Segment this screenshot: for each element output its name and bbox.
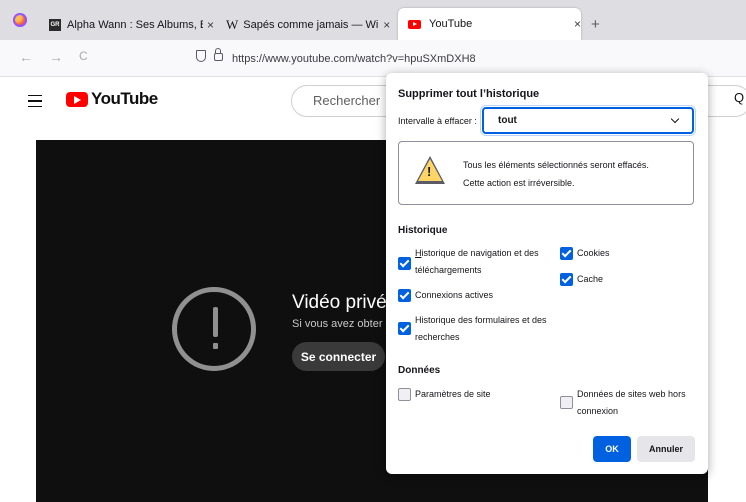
tab-youtube[interactable]: YouTube × xyxy=(398,8,581,40)
tab-wikipedia[interactable]: W Sapés comme jamais — Wikipé × xyxy=(226,11,395,38)
reload-button[interactable]: C xyxy=(79,49,88,63)
private-video-subtitle: Si vous avez obter xyxy=(292,318,383,330)
checkbox-form-history[interactable] xyxy=(398,322,411,335)
youtube-logo-text[interactable]: YouTube xyxy=(91,89,158,109)
checkbox-active-logins[interactable] xyxy=(398,289,411,302)
youtube-icon xyxy=(408,19,421,29)
lock-icon[interactable] xyxy=(214,48,223,61)
checkbox-browsing-history[interactable] xyxy=(398,257,411,270)
cancel-button[interactable]: Annuler xyxy=(637,436,695,462)
forward-button[interactable]: → xyxy=(49,49,63,65)
checkbox-cookies[interactable] xyxy=(560,247,573,260)
genius-gr-icon: GR xyxy=(49,18,61,31)
time-range-value: tout xyxy=(498,115,517,126)
label-offline-website-data[interactable]: Données de sites web hors connexion xyxy=(577,386,686,420)
tracking-shield-icon[interactable] xyxy=(196,50,206,62)
checkbox-site-settings[interactable] xyxy=(398,388,411,401)
clear-history-dialog: Supprimer tout l’historique Intervalle à… xyxy=(386,73,708,474)
warning-line-1: Tous les éléments sélectionnés seront ef… xyxy=(463,160,649,170)
label-cookies[interactable]: Cookies xyxy=(577,245,610,262)
dialog-title: Supprimer tout l’historique xyxy=(398,88,540,100)
menu-icon[interactable] xyxy=(28,95,42,107)
wikipedia-w-icon: W xyxy=(226,16,239,32)
new-tab-button[interactable]: + xyxy=(591,16,600,33)
back-button[interactable]: ← xyxy=(19,49,33,65)
time-range-select[interactable]: tout xyxy=(480,105,696,136)
tab-title: Sapés comme jamais — Wikipé xyxy=(243,18,379,31)
history-heading: Historique xyxy=(398,225,448,236)
label-active-logins[interactable]: Connexions actives xyxy=(415,287,493,304)
tab-title: YouTube xyxy=(429,18,473,30)
label-form-history[interactable]: Historique des formulaires et des recherc… xyxy=(415,312,547,346)
tab-close-icon[interactable]: × xyxy=(383,18,390,32)
search-placeholder: Rechercher xyxy=(313,93,381,108)
firefox-logo-icon[interactable] xyxy=(13,13,27,27)
label-browsing-history[interactable]: Historique de navigation et des télécharg… xyxy=(415,245,539,279)
youtube-logo-icon[interactable] xyxy=(66,92,88,107)
tab-close-icon[interactable]: × xyxy=(207,18,214,32)
tab-alpha-wann[interactable]: GR Alpha Wann : Ses Albums, Biogr × xyxy=(49,11,221,38)
label-cache[interactable]: Cache xyxy=(577,271,603,288)
checkbox-cache[interactable] xyxy=(560,273,573,286)
chevron-down-icon xyxy=(670,114,680,124)
warning-box: Tous les éléments sélectionnés seront ef… xyxy=(398,141,694,205)
label-site-settings[interactable]: Paramètres de site xyxy=(415,386,491,403)
tab-strip: GR Alpha Wann : Ses Albums, Biogr × W Sa… xyxy=(0,0,746,40)
warning-line-2: Cette action est irréversible. xyxy=(463,178,575,188)
alert-circle-icon xyxy=(172,287,256,371)
url-bar[interactable]: https://www.youtube.com/watch?v=hpuSXmDX… xyxy=(232,53,476,65)
private-video-title: Vidéo privé xyxy=(292,292,387,313)
ok-button[interactable]: OK xyxy=(593,436,631,462)
sign-in-button[interactable]: Se connecter xyxy=(292,342,385,371)
data-heading: Données xyxy=(398,365,441,376)
warning-icon xyxy=(415,156,445,184)
search-icon[interactable]: Q xyxy=(734,90,744,105)
tab-title: Alpha Wann : Ses Albums, Biogr xyxy=(67,18,203,31)
checkbox-offline-website-data[interactable] xyxy=(560,396,573,409)
time-range-label: Intervalle à effacer : xyxy=(398,116,477,126)
tab-close-icon[interactable]: × xyxy=(574,17,581,31)
